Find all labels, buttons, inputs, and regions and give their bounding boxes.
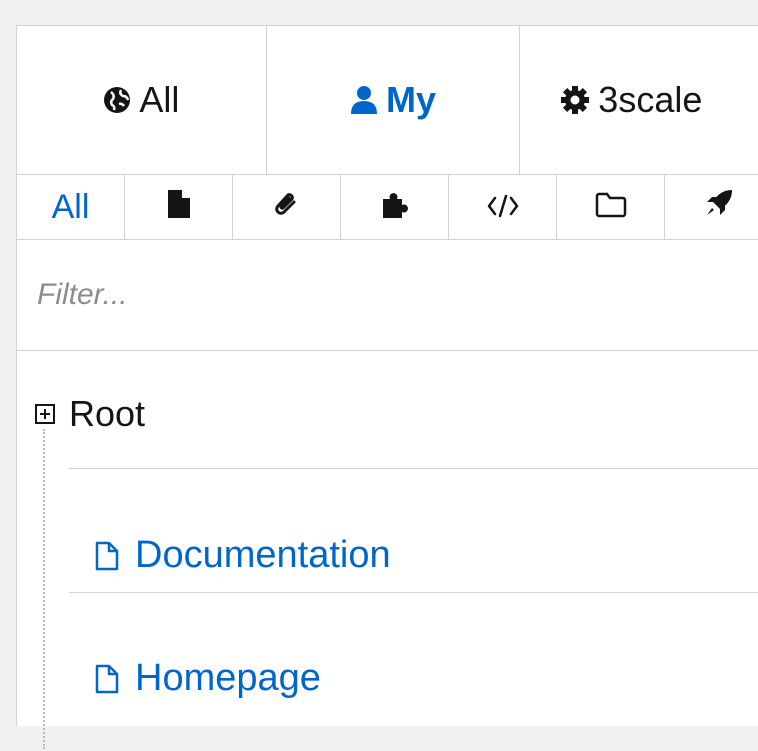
expand-icon[interactable]: [35, 404, 55, 424]
tab-all[interactable]: All: [17, 26, 266, 174]
type-tab-all-label: All: [51, 187, 90, 226]
divider: [69, 468, 758, 469]
tab-3scale-label: 3scale: [598, 79, 703, 120]
tab-all-label: All: [139, 79, 180, 120]
type-tab-layouts[interactable]: [448, 175, 556, 239]
type-tab-partials[interactable]: [340, 175, 448, 239]
gear-icon: [560, 85, 590, 115]
code-icon: [487, 188, 519, 227]
folder-icon: [595, 188, 627, 227]
tree-connector-line: [43, 429, 45, 749]
type-tab-pages[interactable]: [124, 175, 232, 239]
filter-input[interactable]: [17, 240, 758, 350]
tree-item-label: Homepage: [135, 657, 321, 699]
paperclip-icon: [274, 188, 299, 227]
tree-item-documentation[interactable]: Documentation: [95, 534, 391, 577]
type-tab-portlets[interactable]: [664, 175, 758, 239]
rocket-icon: [704, 188, 734, 227]
type-filter-tabs: All: [17, 175, 758, 240]
puzzle-piece-icon: [380, 188, 410, 227]
cms-tree: Root Documentation Homepage: [17, 351, 758, 751]
globe-icon: [103, 86, 131, 114]
tree-root[interactable]: Root: [35, 393, 145, 435]
scope-tabs: All My 3scale: [17, 26, 758, 175]
tab-my-label: My: [385, 79, 436, 120]
tree-item-label: Documentation: [135, 534, 391, 576]
tree-root-label: Root: [69, 393, 146, 434]
tree-item-homepage[interactable]: Homepage: [95, 657, 321, 700]
filter-bar: [17, 240, 758, 351]
tab-my[interactable]: My: [265, 26, 520, 174]
cms-sidebar-panel: All My 3scale All Filter... Root Documen…: [16, 25, 758, 749]
page-icon: [95, 664, 119, 694]
page-icon: [95, 541, 119, 571]
type-tab-sections[interactable]: [556, 175, 664, 239]
type-tab-files[interactable]: [232, 175, 340, 239]
user-icon: [350, 85, 378, 115]
tab-3scale[interactable]: 3scale: [519, 26, 758, 174]
divider: [69, 592, 758, 593]
file-solid-icon: [167, 188, 190, 227]
type-tab-all[interactable]: All: [17, 175, 124, 239]
